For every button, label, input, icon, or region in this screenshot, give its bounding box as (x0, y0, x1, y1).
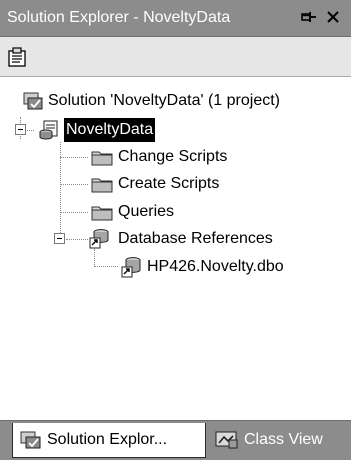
folder-icon (90, 201, 113, 223)
properties-icon[interactable] (5, 44, 31, 70)
close-icon[interactable] (323, 7, 343, 27)
title-bar: Solution Explorer - NoveltyData (0, 0, 351, 37)
tree-node-label: HP426.Novelty.dbo (147, 258, 284, 275)
tree-node-label: Create Scripts (118, 175, 220, 192)
solution-icon (22, 90, 44, 112)
tab-label: Solution Explor... (47, 431, 168, 448)
collapse-toggle-icon[interactable] (54, 233, 65, 244)
tree-node-database-references[interactable]: Database References (0, 226, 351, 252)
tree-node-solution[interactable]: Solution 'NoveltyData' (1 project) (0, 88, 351, 114)
tree-node-label: Queries (118, 203, 175, 220)
tree-node-database-reference[interactable]: HP426.Novelty.dbo (0, 254, 351, 280)
folder-icon (90, 146, 113, 168)
pushpin-icon[interactable] (299, 7, 319, 27)
toolbar (0, 37, 351, 77)
window-title: Solution Explorer - NoveltyData (7, 9, 231, 26)
tree-node-folder[interactable]: Queries (0, 199, 351, 225)
tree-node-label: Solution 'NoveltyData' (1 project) (48, 92, 280, 109)
tree-node-label: Database References (118, 230, 273, 247)
tab-class-view[interactable]: Class View (208, 423, 351, 458)
folder-icon (90, 173, 113, 195)
database-references-icon (88, 228, 110, 250)
tree-node-folder[interactable]: Change Scripts (0, 144, 351, 170)
database-project-icon (38, 119, 60, 141)
tool-window-tabs: Solution Explor... Class View (0, 420, 351, 460)
tree-node-project[interactable]: NoveltyData (0, 117, 351, 143)
tree-node-folder[interactable]: Create Scripts (0, 171, 351, 197)
solution-tree: Solution 'NoveltyData' (1 project) Novel… (0, 77, 351, 420)
collapse-toggle-icon[interactable] (15, 124, 26, 135)
database-reference-icon (120, 256, 142, 278)
tab-solution-explorer[interactable]: Solution Explor... (12, 423, 206, 458)
solution-explorer-window: Solution Explorer - NoveltyData Solution… (0, 0, 351, 460)
solution-explorer-icon (19, 429, 43, 451)
class-view-icon (214, 429, 238, 451)
tree-node-label: Change Scripts (118, 148, 228, 165)
tab-label: Class View (244, 431, 323, 448)
tree-node-label: NoveltyData (64, 118, 156, 142)
